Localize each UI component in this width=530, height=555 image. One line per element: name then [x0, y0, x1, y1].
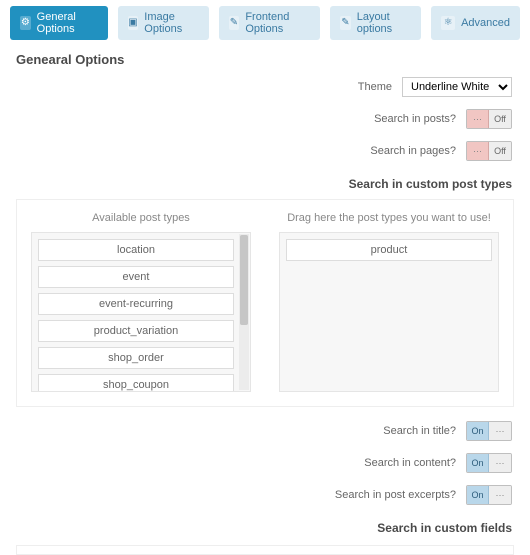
toggle-search-title[interactable]: On ⋯ [466, 421, 512, 441]
available-column: Available post types location event even… [31, 208, 251, 392]
post-types-panel: Available post types location event even… [16, 199, 514, 407]
list-item[interactable]: shop_order [38, 347, 234, 369]
selected-column: Drag here the post types you want to use… [279, 208, 499, 392]
post-types-heading: Search in custom post types [0, 167, 530, 195]
tab-label: Advanced [461, 17, 510, 29]
selected-list[interactable]: product [279, 232, 499, 392]
tab-label: Layout options [357, 11, 411, 35]
image-icon: ▣ [128, 16, 139, 30]
custom-fields-panel [16, 545, 514, 555]
list-item[interactable]: event [38, 266, 234, 288]
toggle-handle-icon: ⋯ [489, 454, 511, 472]
toggle-state-text: On [467, 454, 489, 472]
atom-icon: ⚛ [441, 16, 455, 30]
list-item[interactable]: product_variation [38, 320, 234, 342]
toggle-search-excerpts[interactable]: On ⋯ [466, 485, 512, 505]
section-title: Genearal Options [0, 40, 530, 71]
setting-search-content: Search in content? On ⋯ [0, 447, 530, 479]
toggle-state-text: On [467, 486, 489, 504]
list-item[interactable]: product [286, 239, 492, 261]
available-list[interactable]: location event event-recurring product_v… [31, 232, 251, 392]
tab-advanced[interactable]: ⚛ Advanced [431, 6, 520, 40]
theme-label: Theme [358, 81, 392, 93]
scrollbar-thumb[interactable] [240, 235, 248, 325]
toggle-handle-icon: ⋯ [467, 142, 489, 160]
tabs-bar: ⚙ General Options ▣ Image Options ✎ Fron… [0, 0, 530, 40]
toggle-handle-icon: ⋯ [489, 486, 511, 504]
tab-frontend-options[interactable]: ✎ Frontend Options [219, 6, 320, 40]
tab-image-options[interactable]: ▣ Image Options [118, 6, 209, 40]
setting-search-excerpts: Search in post excerpts? On ⋯ [0, 479, 530, 511]
setting-label: Search in content? [364, 457, 456, 469]
tab-label: Frontend Options [245, 11, 310, 35]
setting-search-pages: Search in pages? ⋯ Off [0, 135, 530, 167]
list-item[interactable]: event-recurring [38, 293, 234, 315]
setting-theme: Theme Underline White [0, 71, 530, 103]
layout-icon: ✎ [340, 16, 351, 30]
setting-label: Search in post excerpts? [335, 489, 456, 501]
toggle-handle-icon: ⋯ [489, 422, 511, 440]
tab-label: General Options [37, 11, 98, 35]
custom-fields-heading: Search in custom fields [0, 511, 530, 539]
available-title: Available post types [31, 208, 251, 232]
toggle-state-text: Off [489, 110, 511, 128]
setting-search-title: Search in title? On ⋯ [0, 415, 530, 447]
setting-label: Search in title? [383, 425, 456, 437]
tab-general-options[interactable]: ⚙ General Options [10, 6, 108, 40]
theme-select[interactable]: Underline White [402, 77, 512, 97]
setting-label: Search in posts? [374, 113, 456, 125]
toggle-state-text: Off [489, 142, 511, 160]
toggle-handle-icon: ⋯ [467, 110, 489, 128]
tab-layout-options[interactable]: ✎ Layout options [330, 6, 421, 40]
toggle-state-text: On [467, 422, 489, 440]
list-item[interactable]: shop_coupon [38, 374, 234, 392]
tab-label: Image Options [144, 11, 198, 35]
list-item[interactable]: location [38, 239, 234, 261]
gear-icon: ⚙ [20, 16, 31, 30]
toggle-search-pages[interactable]: ⋯ Off [466, 141, 512, 161]
selected-title: Drag here the post types you want to use… [279, 208, 499, 232]
scrollbar[interactable] [239, 234, 249, 390]
toggle-search-posts[interactable]: ⋯ Off [466, 109, 512, 129]
pencil-icon: ✎ [229, 16, 240, 30]
toggle-search-content[interactable]: On ⋯ [466, 453, 512, 473]
setting-search-posts: Search in posts? ⋯ Off [0, 103, 530, 135]
setting-label: Search in pages? [370, 145, 456, 157]
